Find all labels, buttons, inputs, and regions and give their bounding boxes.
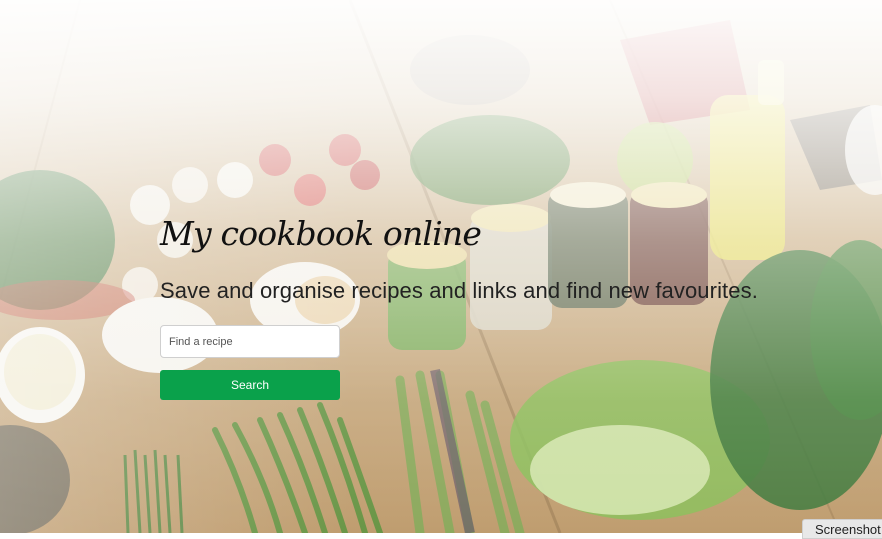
page-title: My cookbook online	[160, 214, 482, 253]
page-subtitle: Save and organise recipes and links and …	[160, 278, 758, 303]
hero-background-image	[0, 0, 882, 533]
search-button[interactable]: Search	[160, 370, 340, 400]
search-input[interactable]	[160, 325, 340, 358]
hero-overlay	[0, 0, 882, 533]
screenshot-tab[interactable]: Screenshot	[802, 519, 882, 539]
